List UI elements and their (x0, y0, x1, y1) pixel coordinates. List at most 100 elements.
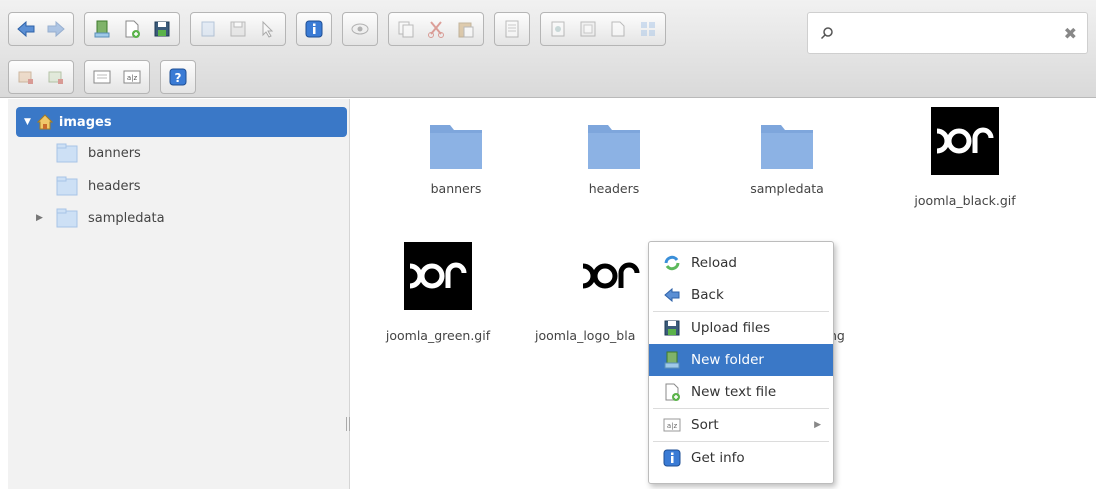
new-file-button[interactable] (118, 15, 146, 43)
home-folder-icon (36, 114, 53, 130)
copy-button[interactable] (392, 15, 420, 43)
file-item-joomla-green[interactable]: joomla_green.gif (368, 242, 508, 343)
file-name: joomla_green.gif (385, 328, 491, 343)
view-button[interactable] (88, 63, 116, 91)
open-button[interactable] (194, 15, 222, 43)
resize-icon (18, 71, 33, 84)
file-name: sampledata (750, 181, 824, 196)
expand-arrow-icon[interactable]: ▶ (36, 213, 56, 223)
help-icon: ? (169, 68, 187, 86)
resize-button[interactable] (12, 63, 40, 91)
toolbar-row-1 (8, 12, 676, 46)
sidebar-item-banners[interactable]: banners (56, 140, 141, 166)
duplicate-button[interactable] (544, 15, 572, 43)
context-menu-reload[interactable]: Reload (649, 247, 833, 279)
joomla-logo-thumbnail (577, 242, 645, 310)
context-menu-upload-files[interactable]: Upload files (649, 312, 833, 344)
file-ops-group (190, 12, 286, 46)
file-item-sampledata[interactable]: sampledata (717, 117, 857, 196)
navigation-group (8, 12, 74, 46)
preview-icon (351, 23, 369, 35)
context-menu: Reload Back Upload files New folder New … (648, 241, 834, 484)
submenu-arrow-icon: ▶ (814, 420, 821, 430)
download-button[interactable] (224, 15, 252, 43)
archive-icon (611, 21, 625, 37)
grid-icon (641, 22, 655, 36)
help-button[interactable]: ? (164, 63, 192, 91)
context-menu-back[interactable]: Back (649, 279, 833, 311)
edit-button[interactable] (42, 63, 70, 91)
search-input[interactable] (842, 21, 1052, 47)
download-icon (230, 21, 246, 37)
toolbar-row-2: a|z ? (8, 60, 206, 94)
svg-text:a|z: a|z (127, 74, 138, 82)
context-menu-label: Upload files (691, 320, 771, 336)
create-group (84, 12, 180, 46)
context-menu-label: New folder (691, 352, 764, 368)
context-menu-label: Back (691, 287, 724, 303)
select-icon (262, 20, 274, 38)
sidebar-item-headers[interactable]: headers (56, 173, 141, 199)
folder-icon (56, 208, 78, 228)
extract-button[interactable] (574, 15, 602, 43)
view-icon (93, 70, 111, 84)
folder-icon (56, 143, 78, 163)
context-menu-label: Sort (691, 417, 719, 433)
back-icon (664, 287, 680, 303)
info-icon (305, 20, 323, 38)
new-folder-icon (664, 351, 680, 369)
joomla-logo-thumbnail (404, 242, 472, 310)
context-menu-sort[interactable]: a|z Sort ▶ (649, 409, 833, 441)
forward-button[interactable] (42, 15, 70, 43)
archive-button[interactable] (604, 15, 632, 43)
clipboard-group (388, 12, 484, 46)
sort-icon: a|z (123, 70, 141, 84)
joomla-logo-thumbnail (931, 107, 999, 175)
file-item-joomla-logo-black[interactable]: joomla_logo_bla (535, 242, 647, 343)
file-item-joomla-black[interactable]: joomla_black.gif (895, 107, 1035, 208)
upload-files-icon (664, 320, 680, 336)
search-icon (820, 27, 833, 40)
file-item-headers[interactable]: headers (544, 117, 684, 196)
folder-tree: ▼ images banners headers ▶ sampledata (8, 99, 350, 489)
toolbar: a|z ? ✖ (0, 0, 1096, 98)
sort-icon: a|z (663, 418, 681, 432)
copy-icon (398, 21, 414, 38)
expand-arrow-icon[interactable]: ▼ (24, 117, 31, 127)
preview-button[interactable] (346, 15, 374, 43)
file-item-banners[interactable]: banners (386, 117, 526, 196)
sidebar-item-label: banners (88, 145, 141, 161)
sidebar-item-label: headers (88, 178, 141, 194)
back-button[interactable] (12, 15, 40, 43)
new-file-icon (125, 20, 140, 38)
cut-button[interactable] (422, 15, 450, 43)
search-clear-button[interactable]: ✖ (1064, 24, 1077, 43)
get-info-button[interactable] (300, 15, 328, 43)
context-menu-new-text-file[interactable]: New text file (649, 376, 833, 408)
tree-root-label: images (58, 114, 112, 130)
select-button[interactable] (254, 15, 282, 43)
sidebar-item-sampledata[interactable]: ▶ sampledata (36, 205, 165, 231)
tree-root-images[interactable]: ▼ images (16, 107, 347, 137)
sidebar-item-label: sampledata (88, 210, 165, 226)
context-menu-new-folder[interactable]: New folder (649, 344, 833, 376)
file-name: banners (430, 181, 482, 196)
grid-button[interactable] (634, 15, 662, 43)
edit-icon (48, 71, 63, 84)
rename-button[interactable] (498, 15, 526, 43)
upload-button[interactable] (148, 15, 176, 43)
open-icon (201, 21, 215, 37)
upload-icon (154, 21, 170, 37)
archive-group (540, 12, 666, 46)
forward-arrow-icon (47, 20, 65, 38)
sidebar-resize-handle[interactable] (346, 417, 350, 431)
info-icon (663, 449, 681, 467)
file-name: joomla_black.gif (914, 193, 1016, 208)
help-group: ? (160, 60, 196, 94)
sort-button[interactable]: a|z (118, 63, 146, 91)
svg-text:?: ? (175, 71, 182, 85)
new-folder-button[interactable] (88, 15, 116, 43)
context-menu-get-info[interactable]: Get info (649, 442, 833, 474)
paste-button[interactable] (452, 15, 480, 43)
preview-group (342, 12, 378, 46)
